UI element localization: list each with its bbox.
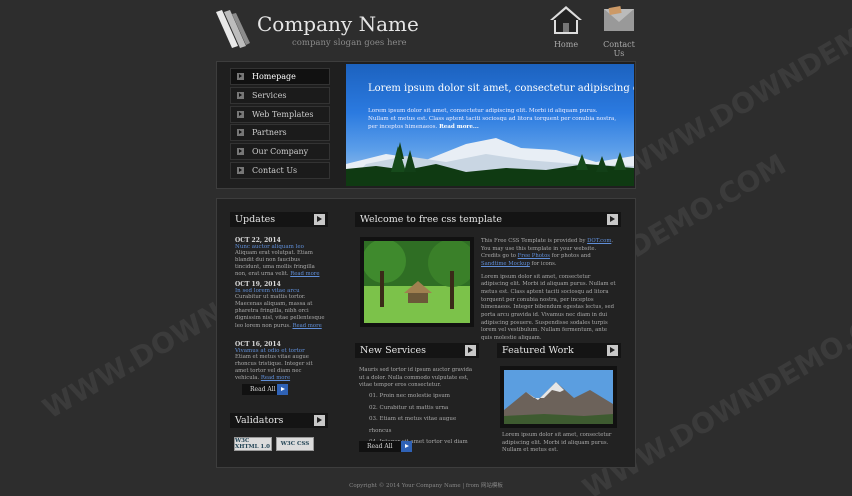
mail-icon [604,6,634,31]
nav-item-homepage[interactable]: Homepage [230,68,330,85]
bullet-icon [237,129,244,137]
news-body: Curabitur ut mattis tortor. Maecenas ali… [235,294,325,329]
nav-item-label: Contact Us [252,165,298,175]
company-slogan: company slogan goes here [292,38,407,48]
watermark: WWW.DOWNDEMO.COM [617,0,852,186]
updates-header: Updates [230,212,328,227]
free-photos-link[interactable]: Free Photos [518,253,550,259]
updates-title: Updates [235,214,276,225]
arrow-right-icon [401,441,412,452]
css-valid-badge[interactable]: W3C CSS [276,437,314,451]
news-read-more-link[interactable]: Read more [261,375,290,381]
updates-read-all-button[interactable]: Read All [242,384,288,395]
news-date: OCT 19, 2014 [235,281,281,288]
featured-work-title: Featured Work [502,345,574,356]
featured-image-frame[interactable] [500,366,617,428]
bullet-icon [237,73,244,80]
arrow-right-icon[interactable] [607,214,618,225]
validators-title: Validators [235,415,284,426]
news-read-more-link[interactable]: Read more [293,323,322,329]
arrow-right-icon[interactable] [314,415,325,426]
main-nav: Homepage Services Web Templates Partners… [230,68,330,181]
news-date: OCT 22, 2014 [235,237,281,244]
list-item[interactable]: 02. Curabitur ut mattis urna [369,403,479,415]
welcome-credits: This Free CSS Template is provided by DO… [481,238,614,268]
xhtml-valid-badge[interactable]: W3C XHTML 1.0 [234,437,272,451]
bullet-icon [237,166,244,174]
footer: Copyright © 2014 Your Company Name | fro… [349,483,503,489]
nav-item-label: Services [252,90,287,100]
nav-item-label: Our Company [252,147,309,157]
banner-title: Lorem ipsum dolor sit amet, consectetur … [368,83,634,94]
featured-work-header: Featured Work [497,343,621,358]
welcome-paragraph: Lorem ipsum dolor sit amet, consectetur … [481,273,616,342]
welcome-image-frame [360,237,476,327]
news-item: OCT 22, 2014 Nunc auctor aliquam leo Ali… [235,237,325,279]
company-name[interactable]: Company Name [257,12,419,36]
read-all-label: Read All [250,386,276,393]
nav-item-label: Partners [252,128,287,138]
banner: Lorem ipsum dolor sit amet, consectetur … [346,64,634,186]
banner-read-more-link[interactable]: Read more... [439,124,479,130]
welcome-title: Welcome to free css template [360,214,502,225]
bullet-icon [237,110,244,118]
read-all-label: Read All [367,443,393,450]
nav-item-our-company[interactable]: Our Company [230,143,330,161]
mountain-photo [504,370,613,424]
nav-item-label: Homepage [252,72,296,81]
logo-icon[interactable] [214,8,254,50]
nav-item-web-templates[interactable]: Web Templates [230,105,330,123]
nav-item-services[interactable]: Services [230,86,330,104]
park-photo [362,239,476,323]
welcome-text: This Free CSS Template is provided by DO… [481,238,617,343]
arrow-right-icon[interactable] [314,214,325,225]
contact-link-label: Contact Us [603,40,635,58]
featured-caption: Lorem ipsum dolor sit amet, consectetur … [502,432,612,454]
validators-header: Validators [230,413,328,428]
nav-item-partners[interactable]: Partners [230,124,330,142]
services-read-all-button[interactable]: Read All [359,441,412,452]
arrow-right-icon[interactable] [607,345,618,356]
bullet-icon [237,91,244,99]
icons-credit-link[interactable]: Sandtime Mockup [481,261,530,267]
banner-paragraph: Lorem ipsum dolor sit amet, consectetur … [368,108,617,131]
welcome-header: Welcome to free css template [355,212,621,227]
nav-item-contact-us[interactable]: Contact Us [230,161,330,179]
home-link[interactable]: Home [544,4,588,49]
news-date: OCT 16, 2014 [235,341,281,348]
new-services-title: New Services [360,345,426,356]
arrow-right-icon[interactable] [465,345,476,356]
contact-link[interactable]: Contact Us [597,4,641,58]
banner-text: Lorem ipsum dolor sit amet, consectetur … [368,107,618,131]
news-body: Etiam et metus vitae augue rhoncus trist… [235,354,313,382]
list-item[interactable]: 03. Etiam et metus vitae augue rhoncus [369,414,479,437]
nav-item-label: Web Templates [252,109,314,119]
news-item: OCT 19, 2014 In sed lorem vitae arcu Cur… [235,281,325,330]
new-services-header: New Services [355,343,479,358]
new-services-text: Mauris sed tortor id ipsum auctor gravid… [359,367,473,389]
list-item[interactable]: 01. Proin nec molestie ipsum [369,391,479,403]
arrow-right-icon [277,384,288,395]
news-body: Aliquam erat volutpat. Etiam blandit dui… [235,250,320,278]
news-item: OCT 16, 2014 Vivamus at odio et tortor E… [235,341,325,383]
bullet-icon [237,148,244,156]
home-icon [550,6,582,34]
provider-link[interactable]: DOT.com [587,238,611,244]
news-read-more-link[interactable]: Read more [290,271,319,277]
home-link-label: Home [553,40,579,49]
